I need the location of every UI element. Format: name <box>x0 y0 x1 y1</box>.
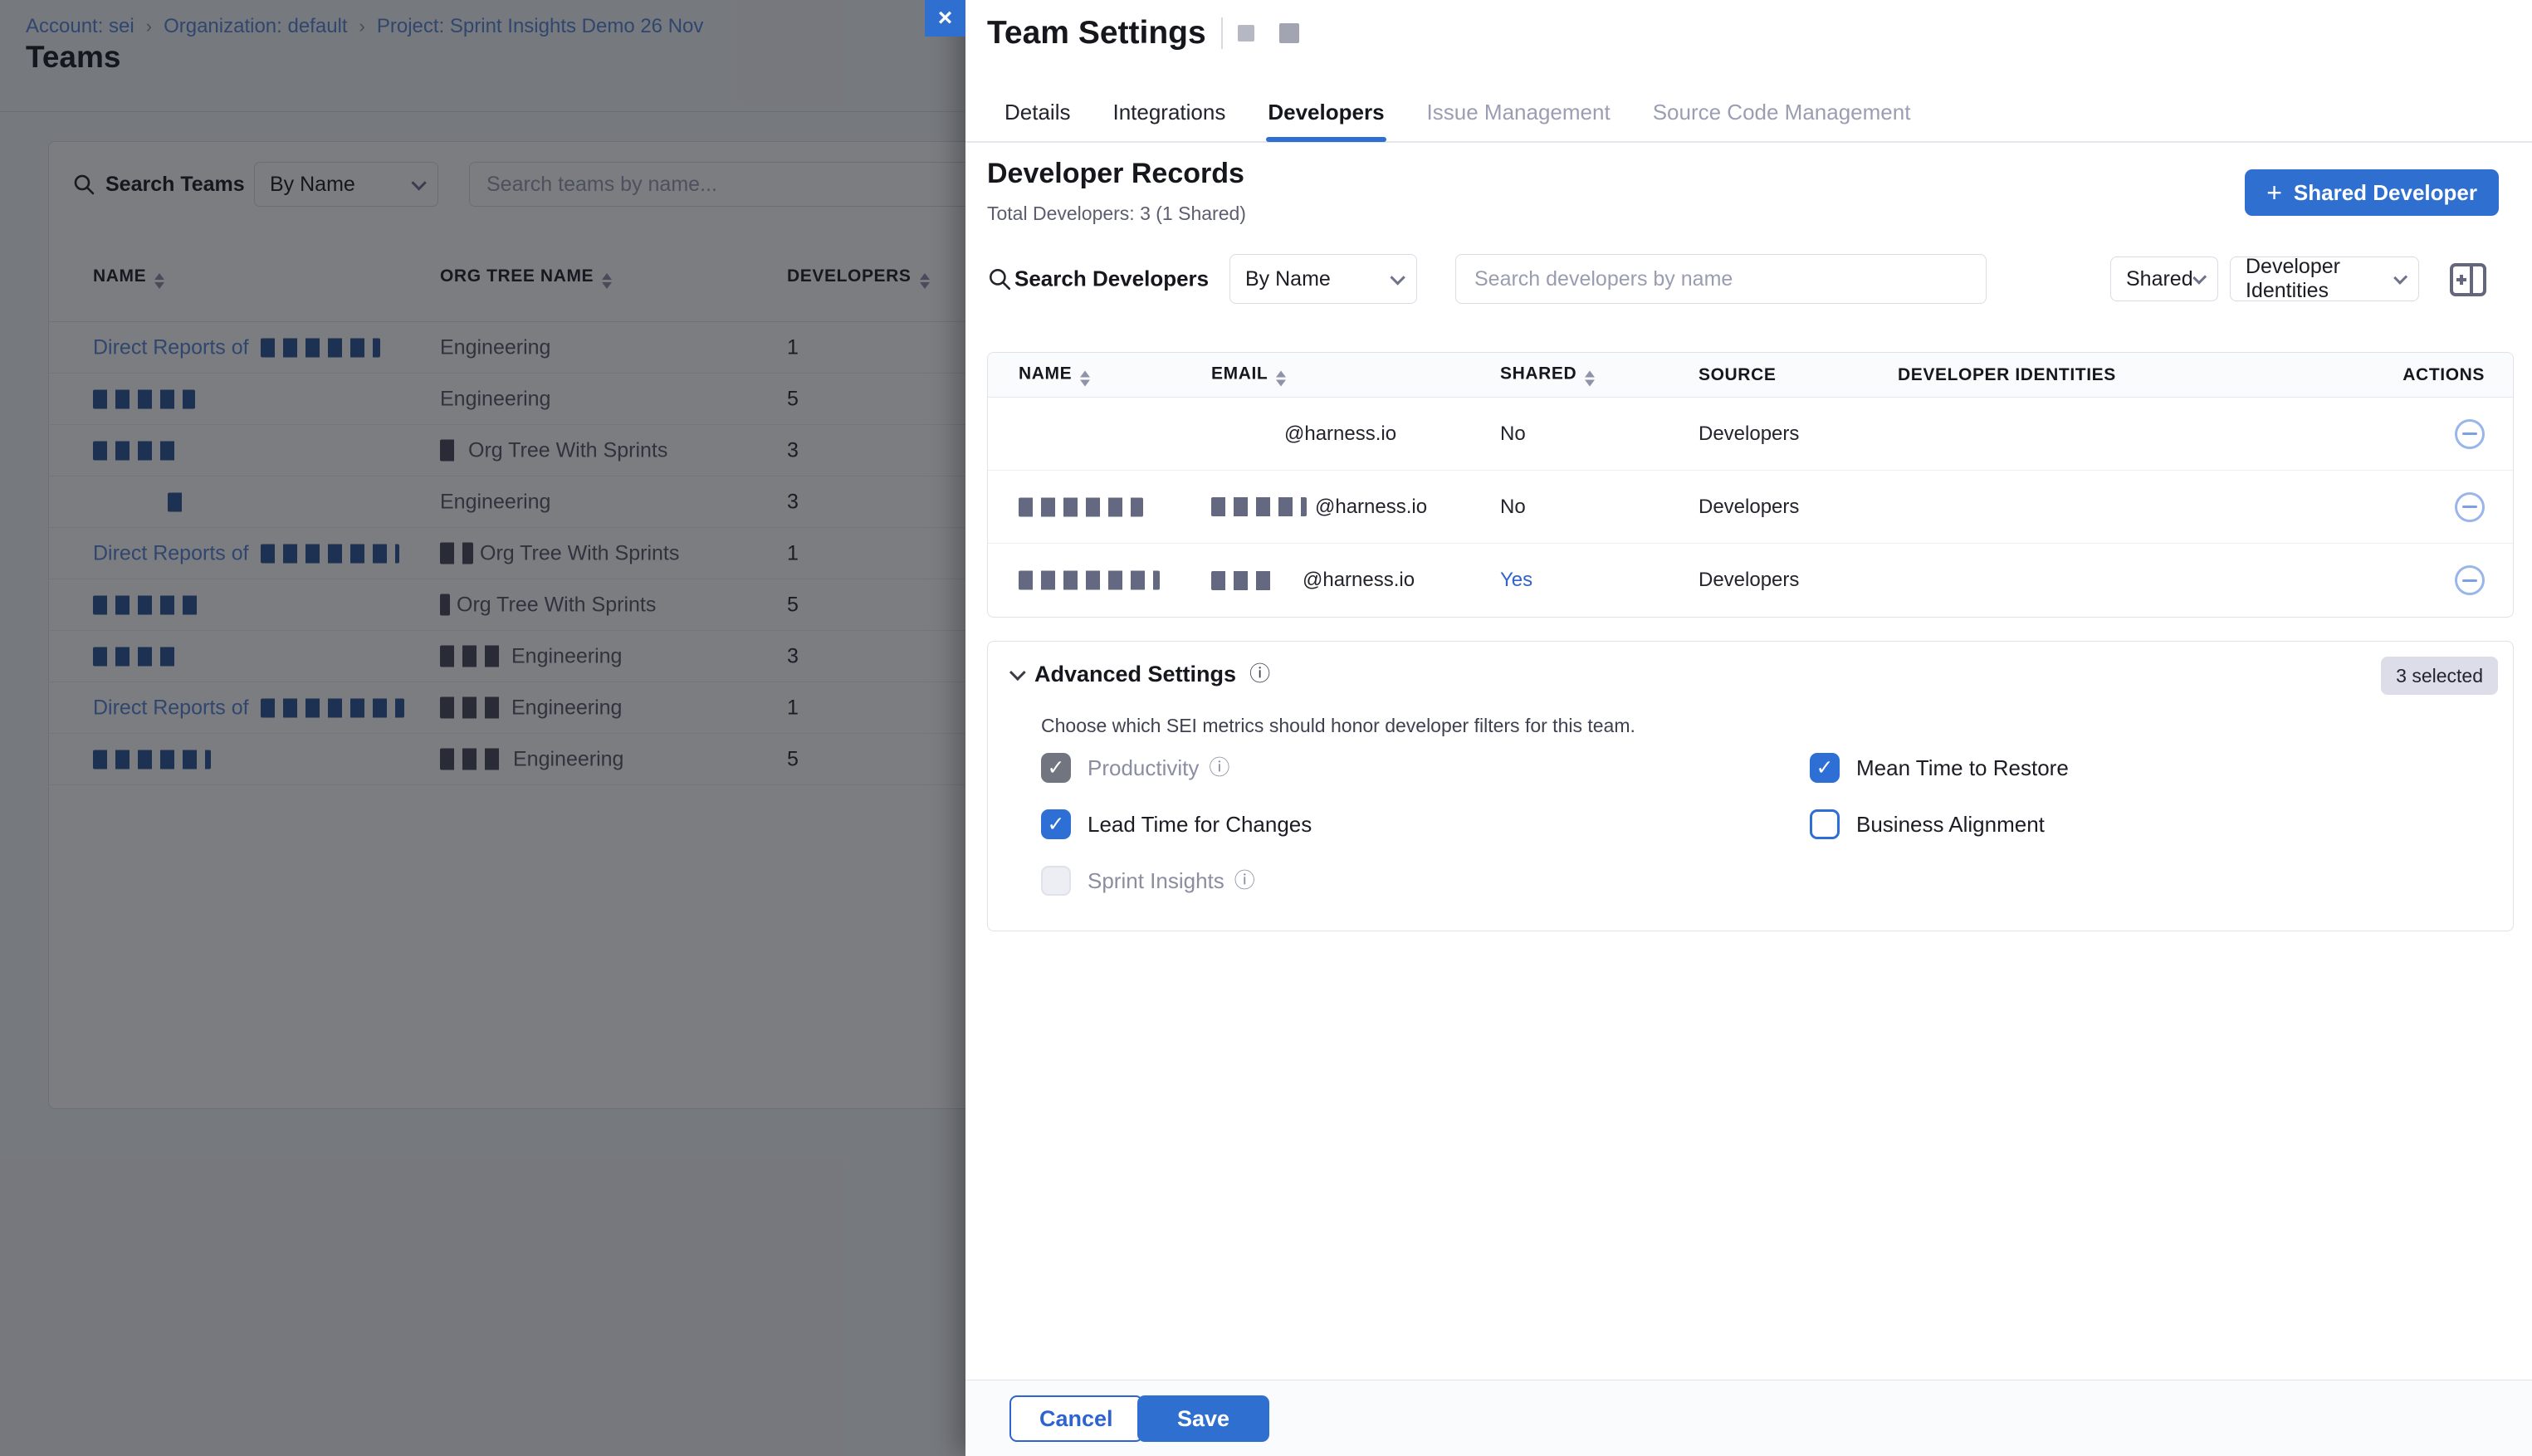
checkbox[interactable]: ✓ <box>1810 753 1840 783</box>
col-shared[interactable]: SHARED <box>1500 364 1595 386</box>
shared-filter-label: Shared <box>2126 267 2193 291</box>
redacted-text <box>1019 571 1160 590</box>
developers-search-by-select[interactable]: By Name <box>1229 254 1417 304</box>
developer-identities-filter-label: Developer Identities <box>2246 255 2394 303</box>
developers-table-header: NAME EMAIL SHARED SOURCE DEVELOPER IDENT… <box>988 353 2513 398</box>
developer-name-cell <box>1019 497 1143 516</box>
checkbox[interactable]: ✓ <box>1041 809 1071 839</box>
sort-icon[interactable] <box>1276 370 1286 386</box>
chevron-down-icon <box>2393 270 2407 284</box>
drawer-footer: Cancel Save <box>965 1380 2532 1456</box>
developers-search-label: Search Developers <box>1014 266 1209 292</box>
search-icon <box>987 266 1012 291</box>
developer-email-cell: @harness.io <box>1211 496 1427 519</box>
advanced-settings-header[interactable]: Advanced Settings <box>1009 662 1270 687</box>
shared-value: No <box>1500 496 1526 519</box>
tab-developers[interactable]: Developers <box>1266 93 1386 140</box>
shared-value: Yes <box>1500 569 1532 592</box>
info-icon <box>1249 664 1270 685</box>
developer-email-cell: @harness.io <box>1211 569 1415 592</box>
drawer-header: Team Settings <box>987 15 1299 51</box>
advanced-settings-title: Advanced Settings <box>1034 662 1236 687</box>
redacted-text <box>1211 571 1278 590</box>
redacted-team-name <box>1238 25 1254 42</box>
team-settings-drawer: × Team Settings DetailsIntegrationsDevel… <box>965 0 2532 1456</box>
info-icon <box>1209 758 1229 779</box>
metric-checkbox-sprint-insights[interactable]: Sprint Insights <box>1041 866 1255 896</box>
developer-records-title: Developer Records <box>987 158 1244 190</box>
source-value: Developers <box>1699 569 1799 592</box>
table-row[interactable]: @harness.io Yes Developers <box>988 544 2513 617</box>
checkbox[interactable] <box>1041 866 1071 896</box>
save-button[interactable]: Save <box>1137 1395 1269 1442</box>
column-settings-icon[interactable] <box>2449 262 2487 297</box>
remove-developer-button[interactable] <box>2455 419 2485 449</box>
redacted-text <box>1211 497 1307 516</box>
remove-developer-button[interactable] <box>2455 565 2485 595</box>
developer-email-cell: @harness.io <box>1211 423 1396 446</box>
drawer-title: Team Settings <box>987 15 1206 51</box>
advanced-settings-panel: Advanced Settings 3 selected Choose whic… <box>987 641 2514 931</box>
tab-source-code-management: Source Code Management <box>1651 93 1913 140</box>
col-source: SOURCE <box>1699 365 1776 385</box>
developers-search-by-value: By Name <box>1245 267 1331 291</box>
advanced-settings-description: Choose which SEI metrics should honor de… <box>1041 715 1635 737</box>
total-developers-label: Total Developers: 3 (1 Shared) <box>987 203 1246 225</box>
chevron-down-icon <box>1390 270 1405 285</box>
cancel-button[interactable]: Cancel <box>1009 1395 1143 1442</box>
table-row[interactable]: @harness.io No Developers <box>988 398 2513 471</box>
sort-icon[interactable] <box>1585 370 1595 386</box>
checkbox[interactable]: ✓ <box>1041 753 1071 783</box>
title-divider <box>1221 17 1223 49</box>
source-value: Developers <box>1699 423 1799 446</box>
shared-value: No <box>1500 423 1526 446</box>
add-shared-developer-label: Shared Developer <box>2294 180 2477 206</box>
drawer-tabs: Details Integrations Developers Issue Manag… <box>965 93 2532 143</box>
email-text: @harness.io <box>1284 423 1396 446</box>
info-icon <box>1234 871 1255 892</box>
remove-developer-button[interactable] <box>2455 492 2485 522</box>
selected-count-badge: 3 selected <box>2381 657 2498 695</box>
close-drawer-button[interactable]: × <box>925 0 965 37</box>
shared-filter-select[interactable]: Shared <box>2110 257 2218 301</box>
chevron-down-icon <box>2192 270 2207 284</box>
col-actions: ACTIONS <box>2402 365 2485 385</box>
email-text: @harness.io <box>1315 496 1427 519</box>
metric-checkbox-mean-time-to-restore[interactable]: ✓ Mean Time to Restore <box>1810 753 2069 783</box>
developers-table: NAME EMAIL SHARED SOURCE DEVELOPER IDENT… <box>987 352 2514 618</box>
developers-search-input[interactable] <box>1455 254 1987 304</box>
tab-issue-management: Issue Management <box>1425 93 1612 140</box>
developers-search-row: Search Developers By Name Shared Develop… <box>987 254 2514 304</box>
metric-checkbox-business-alignment[interactable]: Business Alignment <box>1810 809 2045 839</box>
source-value: Developers <box>1699 496 1799 519</box>
checkbox-label: Mean Time to Restore <box>1856 755 2069 781</box>
sort-icon[interactable] <box>1080 370 1090 386</box>
developers-table-body: @harness.io No Developers @harness.io No… <box>988 398 2513 617</box>
checkbox-label: Productivity <box>1088 755 1229 781</box>
redacted-text <box>1019 497 1143 516</box>
chevron-down-icon[interactable] <box>1009 664 1026 681</box>
col-name[interactable]: NAME <box>1019 364 1090 386</box>
col-developer-identities: DEVELOPER IDENTITIES <box>1898 365 2116 385</box>
plus-icon: + <box>2266 178 2282 208</box>
tab-integrations[interactable]: Integrations <box>1111 93 1227 140</box>
checkbox-label: Business Alignment <box>1856 812 2045 838</box>
checkbox-label: Sprint Insights <box>1088 868 1255 894</box>
add-shared-developer-button[interactable]: + Shared Developer <box>2245 169 2499 216</box>
col-email[interactable]: EMAIL <box>1211 364 1286 386</box>
developer-name-cell <box>1019 571 1160 590</box>
developer-identities-filter-select[interactable]: Developer Identities <box>2230 257 2419 301</box>
table-row[interactable]: @harness.io No Developers <box>988 471 2513 544</box>
modal-overlay[interactable] <box>0 0 965 1456</box>
redacted-team-name <box>1279 23 1299 43</box>
screen: Account: sei › Organization: default › P… <box>0 0 2532 1456</box>
tab-details[interactable]: Details <box>1003 93 1072 140</box>
email-text: @harness.io <box>1303 569 1415 592</box>
metric-checkbox-productivity[interactable]: ✓ Productivity <box>1041 753 1229 783</box>
checkbox-label: Lead Time for Changes <box>1088 812 1312 838</box>
checkbox[interactable] <box>1810 809 1840 839</box>
metric-checkbox-lead-time-for-changes[interactable]: ✓ Lead Time for Changes <box>1041 809 1312 839</box>
